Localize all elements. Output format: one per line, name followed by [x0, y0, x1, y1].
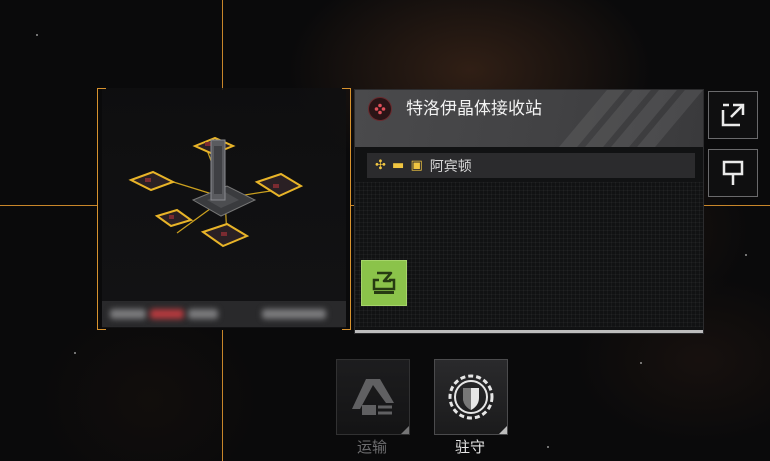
- owner-row[interactable]: ✣ ▬ ▣ 阿宾顿: [367, 153, 695, 178]
- star: [36, 34, 38, 36]
- share-button[interactable]: [708, 91, 758, 139]
- panel-bottom-bar: [355, 330, 703, 333]
- pin-icon: [722, 160, 744, 185]
- garrison-button[interactable]: [434, 359, 508, 435]
- garrison-label: 驻守: [454, 438, 485, 456]
- transport-icon: [352, 379, 394, 415]
- blurred-text: [262, 309, 326, 319]
- blurred-text: [188, 309, 218, 319]
- crosshair-line: [0, 205, 97, 206]
- panel-header: 特洛伊晶体接收站: [355, 90, 703, 147]
- owner-tag-icons: ✣ ▬ ▣: [375, 158, 424, 173]
- blurred-text: [110, 309, 146, 319]
- dock-button[interactable]: [361, 260, 407, 306]
- transport-button[interactable]: [336, 359, 410, 435]
- structure-info-panel: 特洛伊晶体接收站 ✣ ▬ ▣ 阿宾顿: [354, 89, 704, 334]
- star: [640, 362, 642, 364]
- structure-type-icon: [368, 97, 392, 121]
- star: [745, 254, 747, 256]
- transport-label: 运输: [356, 438, 387, 456]
- star: [74, 352, 76, 354]
- structure-name: 特洛伊晶体接收站: [406, 99, 542, 119]
- crosshair-line: [222, 330, 223, 461]
- crosshair-line: [222, 0, 223, 90]
- owner-name: 阿宾顿: [429, 158, 472, 175]
- garrison-icon: [448, 374, 494, 420]
- share-icon: [721, 103, 745, 127]
- panel-body: [355, 182, 703, 327]
- structure-model-icon: [128, 136, 304, 248]
- dock-icon: [372, 271, 396, 294]
- star: [547, 446, 549, 448]
- crosshair-line: [704, 205, 770, 206]
- thumbnail-status-bar: [102, 301, 346, 327]
- blurred-text: [150, 309, 184, 319]
- pin-button[interactable]: [708, 149, 758, 197]
- structure-thumbnail[interactable]: [97, 88, 351, 330]
